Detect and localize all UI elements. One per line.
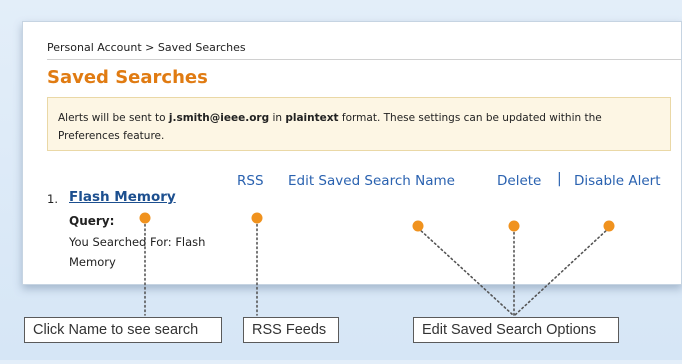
action-separator: | [557, 171, 562, 187]
alert-settings-notice: Alerts will be sent to j.smith@ieee.org … [47, 97, 671, 151]
alert-prefix-text: Alerts will be sent to [58, 112, 169, 124]
alert-email: j.smith@ieee.org [168, 112, 270, 124]
breadcrumb: Personal Account > Saved Searches [47, 41, 246, 54]
callout-edit-options: Edit Saved Search Options [413, 317, 619, 343]
breadcrumb-divider [47, 59, 681, 60]
rss-link[interactable]: RSS [237, 173, 264, 189]
saved-searches-panel: Personal Account > Saved Searches Saved … [22, 21, 682, 285]
callout-rss-feeds: RSS Feeds [243, 317, 339, 343]
callout-click-name: Click Name to see search [24, 317, 222, 343]
query-label: Query: [69, 214, 115, 228]
alert-middle-text: in [269, 112, 286, 124]
page-title: Saved Searches [47, 67, 208, 88]
disable-alert-link[interactable]: Disable Alert [574, 173, 661, 189]
saved-search-name-link[interactable]: Flash Memory [69, 189, 176, 205]
edit-saved-search-name-link[interactable]: Edit Saved Search Name [288, 173, 455, 189]
delete-link[interactable]: Delete [497, 173, 541, 189]
searched-for-text: You Searched For: Flash Memory [69, 235, 206, 269]
alert-format: plaintext [285, 112, 339, 124]
saved-search-number: 1. [47, 192, 58, 206]
